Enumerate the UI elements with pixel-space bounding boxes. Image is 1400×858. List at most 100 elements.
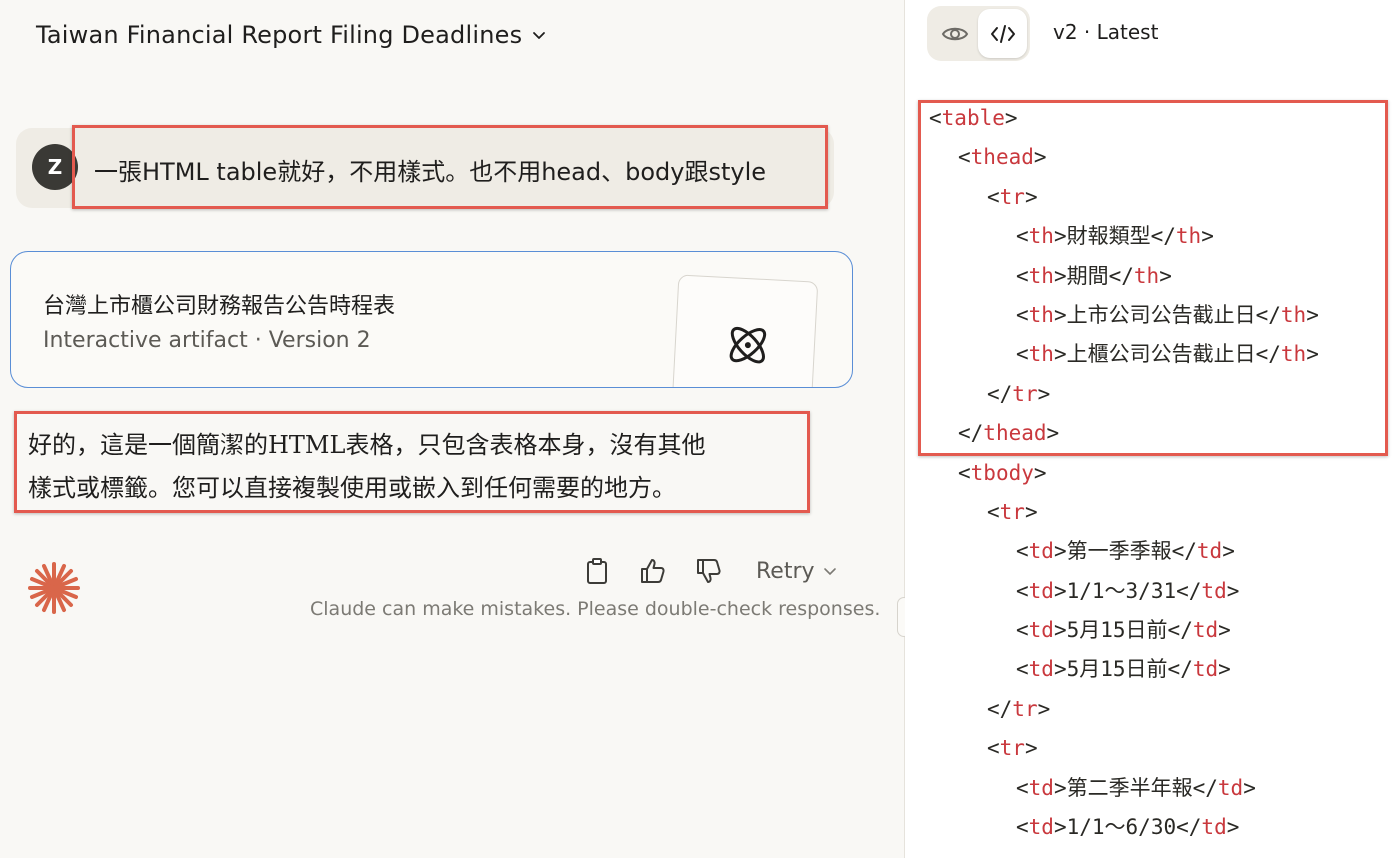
thumbs-up-icon xyxy=(641,559,665,583)
retry-button[interactable]: Retry xyxy=(756,559,837,584)
code-punct: < xyxy=(987,499,1000,524)
code-punct: > xyxy=(1053,815,1067,840)
code-punct: </ xyxy=(1167,657,1193,682)
code-text: 1/1～6/30 xyxy=(1066,815,1177,840)
code-punct: > xyxy=(1024,184,1038,209)
eye-icon xyxy=(941,27,968,40)
code-line: <thead> xyxy=(929,138,1319,177)
code-tag: td xyxy=(1028,578,1054,603)
code-text: 第一季季報 xyxy=(1066,539,1172,564)
code-punct: > xyxy=(1053,657,1067,682)
retry-label: Retry xyxy=(756,558,815,584)
code-text: 5月15日前 xyxy=(1066,657,1168,682)
code-punct: > xyxy=(1053,618,1067,643)
code-punct: > xyxy=(1033,460,1047,485)
code-punct: > xyxy=(1201,224,1214,249)
code-tag: td xyxy=(1217,775,1244,800)
code-tag: th xyxy=(1028,342,1054,367)
code-text: 第二季半年報 xyxy=(1066,775,1193,800)
assistant-message: 好的，這是一個簡潔的HTML表格，只包含表格本身，沒有其他 樣式或標籤。您可以直… xyxy=(28,424,808,510)
thumbs-up-button[interactable] xyxy=(636,554,670,588)
code-tag: th xyxy=(1028,224,1054,249)
code-tag: tbody xyxy=(970,460,1034,485)
code-line: <td>第一季季報</td> xyxy=(929,532,1319,571)
code-tag: tr xyxy=(1012,696,1038,721)
code-punct: > xyxy=(1226,578,1240,603)
code-punct: < xyxy=(1016,578,1029,603)
code-text: 財報類型 xyxy=(1066,224,1151,249)
code-tag: td xyxy=(1201,578,1227,603)
code-punct: > xyxy=(1306,302,1319,327)
code-text: 上櫃公司公告截止日 xyxy=(1066,342,1256,367)
code-punct: < xyxy=(987,184,1000,209)
version-label: v2 · Latest xyxy=(1053,20,1159,44)
code-punct: > xyxy=(1053,224,1067,249)
code-punct: > xyxy=(1218,618,1231,643)
artifact-title: 台灣上市櫃公司財務報告公告時程表 xyxy=(43,294,396,319)
code-tag: td xyxy=(1201,815,1227,840)
code-punct: > xyxy=(1024,736,1038,761)
code-line: <th>期間</th> xyxy=(929,257,1319,296)
code-punct: > xyxy=(1053,578,1067,603)
thumbs-down-button[interactable] xyxy=(692,554,726,588)
code-tag: td xyxy=(1192,618,1219,643)
code-punct: < xyxy=(1016,302,1029,327)
code-text: 1/1～3/31 xyxy=(1066,578,1177,603)
code-line: </thead> xyxy=(929,414,1319,453)
code-tag: th xyxy=(1133,263,1160,288)
code-punct: </ xyxy=(1167,618,1193,643)
code-tag: tr xyxy=(999,499,1025,524)
code-punct: < xyxy=(1016,539,1029,564)
preview-tab[interactable] xyxy=(930,9,979,58)
code-tag: th xyxy=(1028,263,1054,288)
code-line: <td>5月15日前</td> xyxy=(929,650,1319,689)
code-tag: td xyxy=(1028,775,1054,800)
view-toggle xyxy=(927,6,1030,61)
code-punct: < xyxy=(958,460,971,485)
code-punct: </ xyxy=(958,421,984,446)
code-punct: </ xyxy=(1150,224,1176,249)
code-punct: > xyxy=(1053,302,1067,327)
code-text: 上市公司公告截止日 xyxy=(1066,302,1256,327)
code-tag: thead xyxy=(983,421,1047,446)
code-punct: </ xyxy=(987,381,1013,406)
message-actions: Retry xyxy=(580,554,837,588)
user-message-text: 一張HTML table就好，不用樣式。也不用head、body跟style xyxy=(94,158,767,186)
copy-button[interactable] xyxy=(580,554,614,588)
conversation-title-dropdown[interactable]: Taiwan Financial Report Filing Deadlines xyxy=(36,18,548,52)
code-tag: th xyxy=(1280,342,1307,367)
code-tag: td xyxy=(1028,657,1054,682)
code-punct: </ xyxy=(1108,263,1134,288)
code-punct: > xyxy=(1053,342,1067,367)
code-text: 5月15日前 xyxy=(1066,618,1168,643)
code-tag: th xyxy=(1028,302,1054,327)
code-punct: > xyxy=(1037,381,1051,406)
code-tag: table xyxy=(941,106,1005,130)
code-punct: < xyxy=(1016,815,1029,840)
code-punct: > xyxy=(1033,145,1047,170)
code-punct: </ xyxy=(1255,302,1281,327)
code-punct: > xyxy=(1037,696,1051,721)
code-line: <td>1/1～3/31</td> xyxy=(929,572,1319,611)
chevron-down-icon xyxy=(823,568,836,576)
code-tab[interactable] xyxy=(978,9,1027,58)
code-punct: < xyxy=(1016,263,1029,288)
code-punct: < xyxy=(958,145,971,170)
code-punct: < xyxy=(1016,224,1029,249)
artifact-card[interactable]: 台灣上市櫃公司財務報告公告時程表 Interactive artifact · … xyxy=(10,251,853,388)
code-punct: </ xyxy=(1255,342,1281,367)
code-line: <th>財報類型</th> xyxy=(929,217,1319,256)
code-punct: > xyxy=(1306,342,1319,367)
code-line: <td>1/1～6/30</td> xyxy=(929,808,1319,847)
code-punct: > xyxy=(1243,775,1256,800)
code-view: <table> <thead> <tr> <th>財報類型</th> <th>期間</t… xyxy=(929,99,1319,847)
artifact-code-pane: v2 · Latest <table> <thead> <tr> <th>財報類型</… xyxy=(905,0,1400,858)
code-line: <tr> xyxy=(929,178,1319,217)
code-punct: < xyxy=(1016,342,1029,367)
thumbs-down-icon xyxy=(697,559,721,583)
code-punct: </ xyxy=(1171,539,1197,564)
code-line: <th>上櫃公司公告截止日</th> xyxy=(929,335,1319,374)
code-text: 期間 xyxy=(1066,263,1109,288)
code-punct: < xyxy=(1016,618,1029,643)
code-tag: td xyxy=(1192,657,1219,682)
